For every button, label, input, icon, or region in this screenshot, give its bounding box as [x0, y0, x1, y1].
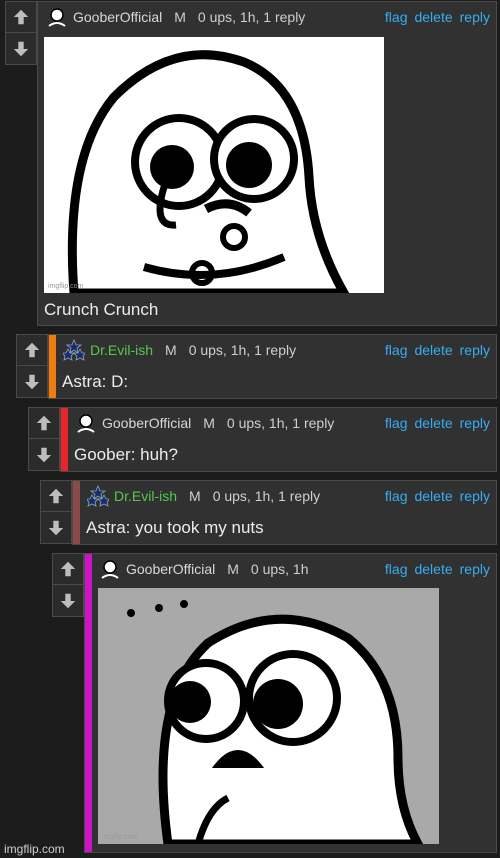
vote-box — [28, 407, 60, 471]
delete-link[interactable]: delete — [414, 342, 452, 358]
flag-link[interactable]: flag — [385, 9, 408, 25]
comment-text: Astra: D: — [62, 372, 129, 391]
thread-stripe — [85, 554, 92, 852]
vote-box — [40, 480, 72, 544]
comment-actions: flag delete reply — [378, 554, 490, 584]
comment-actions: flag delete reply — [378, 335, 490, 365]
reply-link[interactable]: reply — [460, 342, 490, 358]
upvote-button[interactable] — [53, 554, 83, 585]
vote-box — [16, 334, 48, 398]
comment-card-5: GooberOfficial M 0 ups, 1h flag delete r… — [84, 553, 497, 853]
stars-pyramid-avatar-icon[interactable] — [87, 485, 109, 507]
mod-badge: M — [165, 342, 177, 358]
arrow-down-icon — [36, 447, 52, 462]
downvote-button[interactable] — [29, 439, 59, 470]
comment-actions: flag delete reply — [378, 408, 490, 438]
goober-avatar-icon[interactable] — [99, 558, 121, 580]
delete-link[interactable]: delete — [414, 561, 452, 577]
comment-card-4: Dr.Evil-ish M 0 ups, 1h, 1 reply flag de… — [72, 480, 497, 545]
image-watermark: imgflip.com — [48, 283, 84, 290]
username[interactable]: GooberOfficial — [102, 415, 191, 431]
goober-avatar-icon[interactable] — [46, 6, 68, 28]
comment-actions: flag delete reply — [378, 2, 490, 32]
vote-box — [52, 553, 84, 617]
stars-pyramid-avatar-icon[interactable] — [63, 339, 85, 361]
arrow-up-icon — [60, 561, 76, 577]
arrow-down-icon — [60, 593, 76, 608]
comment-text: Crunch Crunch — [44, 300, 159, 319]
reply-link[interactable]: reply — [460, 415, 490, 431]
downvote-button[interactable] — [53, 585, 83, 616]
flag-link[interactable]: flag — [385, 561, 408, 577]
comment-image[interactable]: imgflip.com — [44, 37, 384, 293]
arrow-up-icon — [36, 415, 52, 431]
username[interactable]: Dr.Evil-ish — [90, 342, 153, 358]
flag-link[interactable]: flag — [385, 342, 408, 358]
comment-card-3: GooberOfficial M 0 ups, 1h, 1 reply flag… — [60, 407, 497, 472]
arrow-up-icon — [24, 342, 40, 358]
comment-meta: 0 ups, 1h, 1 reply — [197, 9, 306, 25]
downvote-button[interactable] — [17, 366, 47, 397]
mod-badge: M — [227, 561, 239, 577]
goober-confused-drawing — [127, 600, 424, 844]
comment-card-2: Dr.Evil-ish M 0 ups, 1h, 1 reply flag de… — [48, 334, 497, 399]
comment-text: Astra: you took my nuts — [86, 518, 264, 537]
upvote-button[interactable] — [29, 408, 59, 439]
username[interactable]: Dr.Evil-ish — [114, 488, 177, 504]
arrow-up-icon — [48, 488, 64, 504]
mod-badge: M — [189, 488, 201, 504]
downvote-button[interactable] — [6, 33, 36, 64]
delete-link[interactable]: delete — [414, 9, 452, 25]
upvote-button[interactable] — [6, 2, 36, 33]
arrow-up-icon — [13, 9, 29, 25]
goober-avatar-icon[interactable] — [75, 412, 97, 434]
mod-badge: M — [174, 9, 186, 25]
reply-link[interactable]: reply — [460, 488, 490, 504]
arrow-down-icon — [48, 520, 64, 535]
mod-badge: M — [203, 415, 215, 431]
upvote-button[interactable] — [17, 335, 47, 366]
comment-text: Goober: huh? — [74, 445, 178, 464]
reply-link[interactable]: reply — [460, 561, 490, 577]
flag-link[interactable]: flag — [385, 415, 408, 431]
arrow-down-icon — [13, 41, 29, 56]
image-watermark: imgflip.com — [102, 834, 138, 841]
arrow-down-icon — [24, 374, 40, 389]
goober-crunch-drawing — [67, 50, 350, 293]
comment-meta: 0 ups, 1h — [250, 561, 309, 577]
reply-link[interactable]: reply — [460, 9, 490, 25]
username[interactable]: GooberOfficial — [126, 561, 215, 577]
vote-box — [5, 1, 37, 65]
comment-meta: 0 ups, 1h, 1 reply — [212, 488, 321, 504]
delete-link[interactable]: delete — [414, 488, 452, 504]
page-watermark: imgflip.com — [4, 842, 65, 856]
comment-meta: 0 ups, 1h, 1 reply — [188, 342, 297, 358]
comment-image[interactable]: imgflip.com — [98, 588, 439, 844]
downvote-button[interactable] — [41, 512, 71, 543]
delete-link[interactable]: delete — [414, 415, 452, 431]
username[interactable]: GooberOfficial — [73, 9, 162, 25]
flag-link[interactable]: flag — [385, 488, 408, 504]
upvote-button[interactable] — [41, 481, 71, 512]
comment-card-1: GooberOfficial M 0 ups, 1h, 1 reply flag… — [37, 1, 497, 326]
comment-actions: flag delete reply — [378, 481, 490, 511]
comment-meta: 0 ups, 1h, 1 reply — [226, 415, 335, 431]
